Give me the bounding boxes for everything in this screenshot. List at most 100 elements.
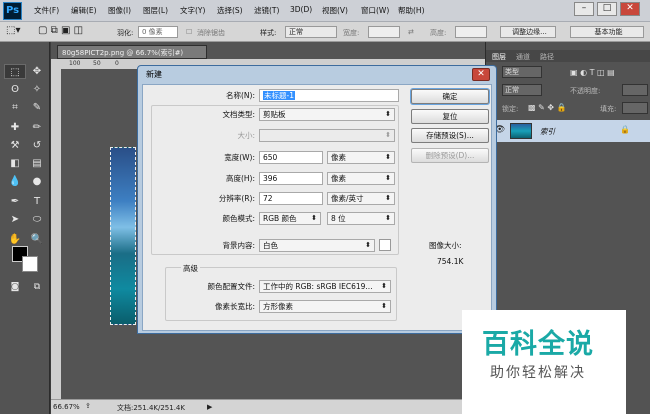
path-select-icon[interactable]: ➤	[4, 212, 26, 227]
width-unit-dropdown[interactable]: 像素 ⬍	[327, 151, 395, 164]
style-dropdown[interactable]: 正常	[285, 26, 337, 38]
preset-dropdown[interactable]: 剪贴板 ⬍	[259, 108, 395, 121]
width-input[interactable]: 650	[259, 151, 323, 164]
height-unit-value: 像素	[331, 174, 346, 183]
dialog-body: 名称(N): 未标题-1 文档类型: 剪贴板 ⬍ 大小: ⬍ 宽度(W): 650…	[142, 84, 492, 331]
height-option-input[interactable]	[455, 26, 487, 38]
share-icon[interactable]: ⇪	[85, 402, 91, 410]
document-canvas[interactable]	[110, 147, 136, 325]
chevron-down-icon: ⬍	[385, 110, 391, 118]
advanced-label[interactable]: 高级	[181, 263, 200, 274]
lock-label: 锁定:	[502, 105, 519, 113]
shape-tool-icon[interactable]: ⬭	[26, 212, 48, 227]
swap-icon[interactable]: ⇄	[408, 28, 414, 36]
menu-image[interactable]: 图像(I)	[108, 5, 131, 16]
gradient-tool-icon[interactable]: ▤	[26, 156, 48, 171]
menu-type[interactable]: 文字(Y)	[180, 5, 205, 16]
layer-row[interactable]: 👁 索引 🔒	[486, 120, 650, 142]
reset-button[interactable]: 复位	[411, 109, 489, 124]
hand-tool-icon[interactable]: ✋	[4, 232, 26, 247]
lasso-tool-icon[interactable]: ʘ	[4, 82, 26, 97]
menu-3d[interactable]: 3D(D)	[290, 5, 312, 14]
menu-layer[interactable]: 图层(L)	[143, 5, 168, 16]
zoom-level[interactable]: 66.67%	[53, 403, 80, 411]
marquee-tool-icon[interactable]: ⬚▾	[6, 25, 20, 36]
background-color-swatch[interactable]	[22, 256, 38, 272]
pixel-aspect-dropdown[interactable]: 方形像素 ⬍	[259, 300, 391, 313]
rect-marquee-tool-icon[interactable]: ⬚	[4, 64, 26, 79]
background-color-box[interactable]	[379, 239, 391, 251]
background-dropdown[interactable]: 白色 ⬍	[259, 239, 375, 252]
size-label: 大小:	[237, 131, 255, 140]
blur-tool-icon[interactable]: 💧	[4, 174, 26, 189]
close-button[interactable]: ✕	[620, 2, 640, 16]
blend-mode-dropdown[interactable]: 正常	[502, 84, 542, 96]
crop-tool-icon[interactable]: ⌗	[4, 100, 26, 115]
history-brush-icon[interactable]: ↺	[26, 138, 48, 153]
document-tab[interactable]: 80g58PICT2p.png @ 66.7%(索引#)	[57, 45, 207, 59]
height-input[interactable]: 396	[259, 172, 323, 185]
healing-brush-icon[interactable]: ✚	[4, 120, 26, 135]
toolbox: ⬚ ✥ ʘ ✧ ⌗ ✎ ✚ ✏ ⚒ ↺ ◧ ▤ 💧 ● ✒ T ➤ ⬭ ✋ 🔍 …	[0, 42, 50, 414]
width-option-input[interactable]	[368, 26, 400, 38]
type-tool-icon[interactable]: T	[26, 194, 48, 209]
background-label: 背景内容:	[222, 241, 255, 250]
zoom-tool-icon[interactable]: 🔍	[26, 232, 48, 247]
menu-file[interactable]: 文件(F)	[34, 5, 59, 16]
opacity-input[interactable]	[622, 84, 648, 96]
filter-icons[interactable]: ▣ ◐ T ◫ ▤	[570, 68, 615, 77]
refine-edge-button[interactable]: 调整边缘...	[500, 26, 556, 38]
resolution-input[interactable]: 72	[259, 192, 323, 205]
bit-depth-dropdown[interactable]: 8 位 ⬍	[327, 212, 395, 225]
options-bar: ⬚▾ ▢ ⧉ ▣ ◫ 羽化: 0 像素 ☐ 消除锯齿 样式: 正常 宽度: ⇄ …	[0, 22, 650, 42]
save-preset-button[interactable]: 存储预设(S)...	[411, 128, 489, 143]
menu-filter[interactable]: 滤镜(T)	[254, 5, 279, 16]
name-input-value: 未标题-1	[263, 91, 295, 100]
dodge-tool-icon[interactable]: ●	[26, 174, 48, 189]
feather-label: 羽化:	[117, 29, 134, 37]
selection-mode-icons[interactable]: ▢ ⧉ ▣ ◫	[38, 25, 83, 36]
tab-layers[interactable]: 图层	[492, 52, 506, 62]
name-input[interactable]: 未标题-1	[259, 89, 399, 102]
height-option-label: 高度:	[430, 29, 447, 37]
menu-select[interactable]: 选择(S)	[217, 5, 243, 16]
layer-kind-dropdown[interactable]: 类型	[502, 66, 542, 78]
color-mode-dropdown[interactable]: RGB 颜色 ⬍	[259, 212, 321, 225]
chevron-down-icon: ⬍	[385, 153, 391, 161]
eraser-tool-icon[interactable]: ◧	[4, 156, 26, 171]
panel-tabbar: 图层 通道 路径	[486, 50, 650, 62]
photoshop-logo: Ps	[3, 2, 22, 20]
menu-window[interactable]: 窗口(W)	[361, 5, 389, 16]
chevron-down-icon: ⬍	[365, 241, 371, 249]
layer-name[interactable]: 索引	[540, 126, 555, 137]
minimize-button[interactable]: –	[574, 2, 594, 16]
menu-view[interactable]: 视图(V)	[322, 5, 348, 16]
menu-edit[interactable]: 编辑(E)	[71, 5, 97, 16]
image-size-label: 图像大小:	[429, 241, 462, 250]
lock-icons[interactable]: ▩ ✎ ✥ 🔒	[528, 103, 567, 112]
status-arrow-icon[interactable]: ▶	[207, 403, 212, 411]
dialog-close-icon[interactable]: ✕	[472, 68, 490, 81]
pen-tool-icon[interactable]: ✒	[4, 194, 26, 209]
pixel-aspect-label: 像素长宽比:	[214, 302, 255, 311]
eyedropper-icon[interactable]: ✎	[26, 100, 48, 115]
menu-help[interactable]: 帮助(H)	[398, 5, 425, 16]
brush-tool-icon[interactable]: ✏	[26, 120, 48, 135]
tab-channels[interactable]: 通道	[516, 52, 530, 62]
feather-input[interactable]: 0 像素	[138, 26, 178, 38]
workspace-dropdown[interactable]: 基本功能	[570, 26, 644, 38]
fill-input[interactable]	[622, 102, 648, 114]
resolution-unit-dropdown[interactable]: 像素/英寸 ⬍	[327, 192, 395, 205]
height-unit-dropdown[interactable]: 像素 ⬍	[327, 172, 395, 185]
ok-button[interactable]: 确定	[411, 89, 489, 104]
maximize-button[interactable]: □	[597, 2, 617, 16]
tab-paths[interactable]: 路径	[540, 52, 554, 62]
quick-mask-icon[interactable]: ◙	[4, 280, 26, 295]
color-profile-dropdown[interactable]: 工作中的 RGB: sRGB IEC619... ⬍	[259, 280, 391, 293]
magic-wand-icon[interactable]: ✧	[26, 82, 48, 97]
preset-value: 剪贴板	[263, 110, 286, 119]
screen-mode-icon[interactable]: ⧉	[26, 280, 48, 295]
move-tool-icon[interactable]: ✥	[26, 64, 48, 79]
antialias-checkbox[interactable]: ☐	[186, 28, 192, 36]
clone-stamp-icon[interactable]: ⚒	[4, 138, 26, 153]
